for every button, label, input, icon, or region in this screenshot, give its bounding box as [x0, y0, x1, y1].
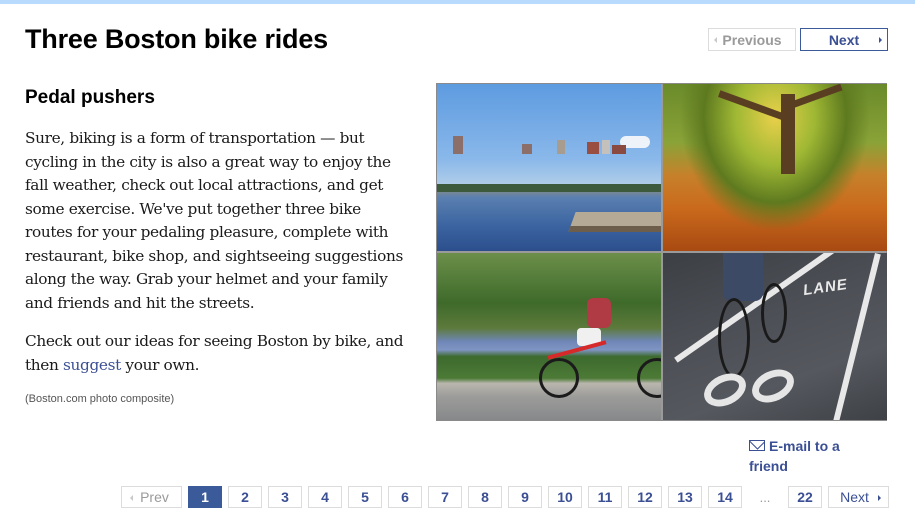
- tree-branch: [718, 90, 787, 121]
- bike-wheel: [718, 298, 750, 378]
- top-accent-bar: [0, 0, 915, 4]
- next-button[interactable]: Next: [800, 28, 888, 51]
- page-button[interactable]: 4: [308, 486, 342, 508]
- bike-symbol-wheel: [746, 363, 800, 409]
- building: [522, 144, 532, 155]
- previous-label: Previous: [722, 31, 782, 48]
- prev-label: Prev: [140, 489, 169, 505]
- cta-text-end: your own.: [120, 355, 200, 374]
- photo-river-skyline: [437, 84, 661, 251]
- page-button[interactable]: 2: [228, 486, 262, 508]
- photo-autumn-tree: [663, 84, 887, 251]
- bike-symbol-wheel: [698, 367, 752, 413]
- pagination-prev-button[interactable]: Prev: [121, 486, 182, 508]
- building: [587, 142, 599, 155]
- building: [453, 136, 463, 155]
- photo-bike-lane: LANE: [663, 253, 887, 420]
- article-paragraph: Sure, biking is a form of transportation…: [25, 129, 403, 312]
- page-button-current[interactable]: 1: [188, 486, 222, 508]
- pagination-next-button[interactable]: Next: [828, 486, 889, 508]
- building: [612, 145, 626, 155]
- envelope-icon: [749, 440, 765, 451]
- article-paragraph-cta: Check out our ideas for seeing Boston by…: [25, 330, 405, 377]
- next-label: Next: [840, 489, 869, 505]
- building: [602, 140, 610, 155]
- page-button[interactable]: 14: [708, 486, 742, 508]
- previous-button[interactable]: Previous: [708, 28, 796, 51]
- page-button-last[interactable]: 22: [788, 486, 822, 508]
- page-button[interactable]: 10: [548, 486, 582, 508]
- arrow-left-icon: [714, 37, 717, 43]
- page-button[interactable]: 3: [268, 486, 302, 508]
- pagination-ellipsis: ...: [759, 489, 771, 505]
- page-button[interactable]: 8: [468, 486, 502, 508]
- email-to-friend-link[interactable]: E-mail to a friend: [749, 436, 879, 476]
- dock: [568, 212, 661, 232]
- page-title: Three Boston bike rides: [25, 24, 328, 54]
- lane-marking-text: LANE: [802, 275, 849, 300]
- page-button[interactable]: 9: [508, 486, 542, 508]
- bike-wheel: [539, 358, 579, 398]
- treeline: [437, 184, 661, 192]
- next-label: Next: [828, 31, 860, 48]
- arrow-right-icon: [878, 495, 881, 501]
- building: [557, 140, 565, 155]
- article-subheading: Pedal pushers: [25, 87, 155, 108]
- page-button[interactable]: 7: [428, 486, 462, 508]
- suggest-link[interactable]: suggest: [63, 356, 121, 374]
- cyclist: [723, 253, 763, 301]
- photo-credit: (Boston.com photo composite): [25, 393, 175, 405]
- page-button[interactable]: 12: [628, 486, 662, 508]
- page-button[interactable]: 5: [348, 486, 382, 508]
- cyclist: [587, 298, 611, 328]
- page-button[interactable]: 13: [668, 486, 702, 508]
- arrow-left-icon: [130, 495, 133, 501]
- arrow-right-icon: [879, 37, 882, 43]
- photo-riverside-cyclist: [437, 253, 661, 420]
- page-button[interactable]: 11: [588, 486, 622, 508]
- page-button[interactable]: 6: [388, 486, 422, 508]
- bike-wheel: [637, 358, 661, 398]
- bike-wheel: [761, 283, 787, 343]
- pagination: Prev 1 2 3 4 5 6 7 8 9 10 11 12 13 14 ..…: [121, 486, 889, 508]
- photo-composite: LANE: [436, 83, 887, 421]
